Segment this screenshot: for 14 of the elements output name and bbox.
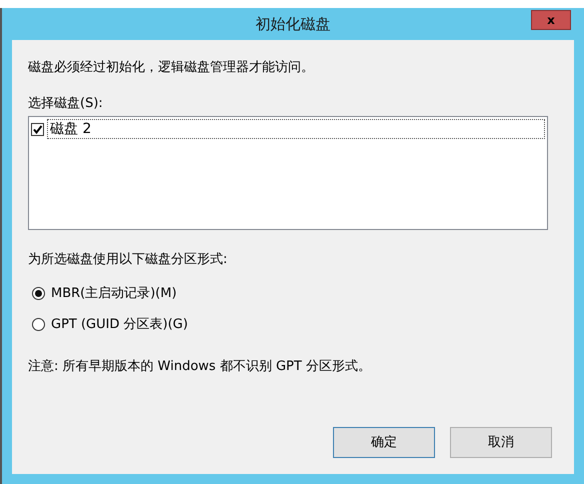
window-title: 初始化磁盘 xyxy=(256,14,330,35)
checkbox[interactable] xyxy=(31,122,44,136)
message-text: 磁盘必须经过初始化，逻辑磁盘管理器才能访问。 xyxy=(28,59,315,77)
note-text: 注意: 所有早期版本的 Windows 都不识别 GPT 分区形式。 xyxy=(28,358,372,376)
disk-item[interactable]: 磁盘 2 xyxy=(47,119,545,139)
radio-label: MBR(主启动记录)(M) xyxy=(51,284,177,302)
close-button[interactable]: x xyxy=(531,10,571,30)
radio-button[interactable] xyxy=(32,318,45,332)
cancel-button[interactable]: 取消 xyxy=(450,427,552,458)
partition-style-label: 为所选磁盘使用以下磁盘分区形式: xyxy=(28,251,228,269)
radio-button[interactable] xyxy=(32,286,45,300)
radio-label: GPT (GUID 分区表)(G) xyxy=(51,316,188,334)
disk-list-label: 选择磁盘(S): xyxy=(28,94,103,112)
ok-button[interactable]: 确定 xyxy=(333,427,435,458)
